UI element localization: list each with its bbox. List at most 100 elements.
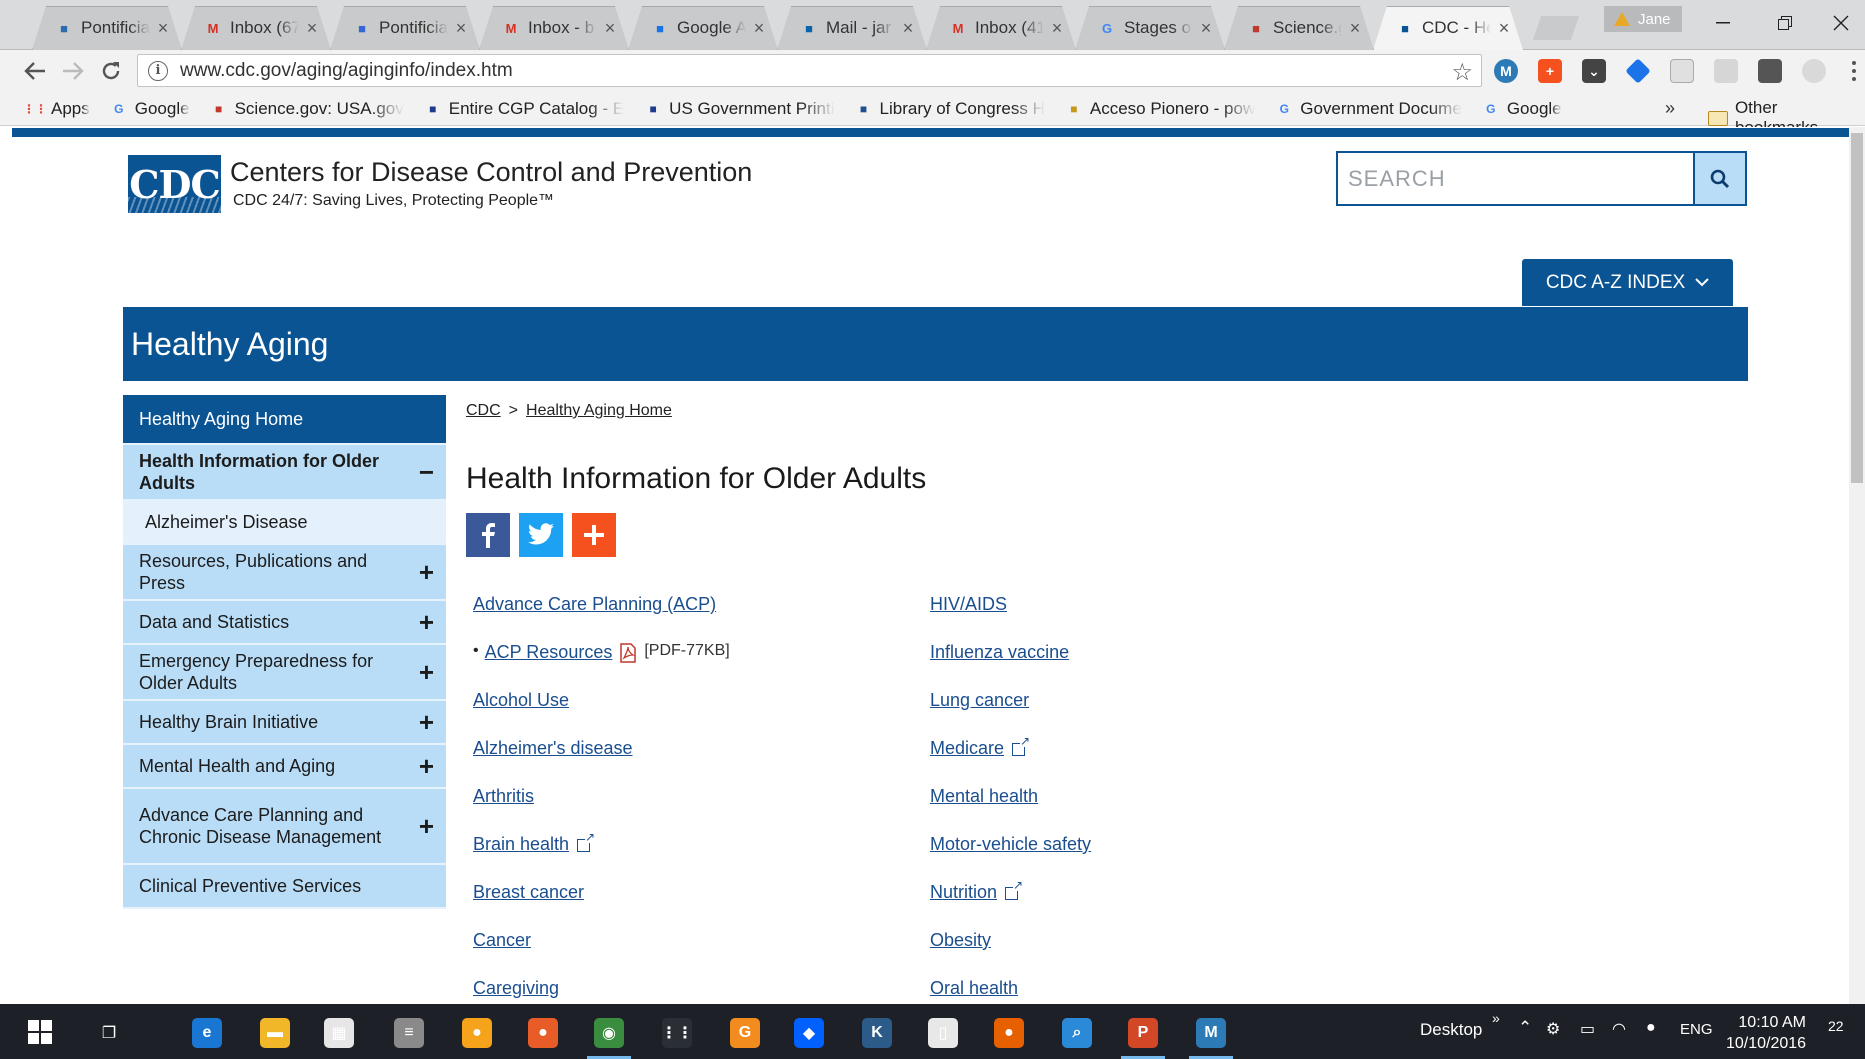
taskbar-apps-launcher-icon[interactable]: ⋮⋮ [652,1010,702,1056]
bookmark-item[interactable]: ■ Science.gov: USA.gov [210,99,404,119]
breadcrumb-current-link[interactable]: Healthy Aging Home [526,402,672,419]
sidebar-item[interactable]: Advance Care Planning and Chronic Diseas… [123,789,446,865]
sidebar-item[interactable]: Health Information for Older Adults − [123,445,446,501]
topic-link[interactable]: Alzheimer's disease [473,738,633,759]
taskbar-chrome-canary-icon[interactable]: ● [452,1010,502,1056]
close-tab-icon[interactable]: × [1495,19,1513,37]
bookmark-item[interactable]: ⋮⋮ Apps [23,99,90,119]
tab-4[interactable]: M Inbox - b × [479,6,629,50]
taskbar-task-view-icon[interactable]: ❐ [84,1010,134,1056]
bookmark-item[interactable]: ■ Library of Congress H [855,99,1045,119]
square-extension-icon[interactable] [1758,59,1782,83]
gear-extension-icon[interactable] [1802,59,1826,83]
tray-usb-icon[interactable]: ⚙ [1546,1019,1560,1039]
taskbar-firefox-color-icon[interactable]: ● [518,1010,568,1056]
battery-icon[interactable]: ▭ [1580,1019,1595,1039]
collapse-minus-icon[interactable]: − [419,459,434,485]
new-tab-button[interactable] [1533,16,1579,40]
reload-button[interactable] [96,56,126,86]
close-tab-icon[interactable]: × [1048,19,1066,37]
volume-icon[interactable]: ● [1646,1019,1656,1037]
page-scrollbar[interactable] [1849,127,1865,1004]
topic-link[interactable]: Nutrition [930,882,997,903]
expand-plus-icon[interactable]: + [419,659,434,685]
back-button[interactable] [20,56,50,86]
chat-extension-icon[interactable] [1714,59,1738,83]
topic-link[interactable]: Oral health [930,978,1018,999]
topic-link[interactable]: HIV/AIDS [930,594,1007,615]
cdc-logo[interactable]: CDC [128,155,221,213]
topic-link[interactable]: Advance Care Planning (ACP) [473,594,716,615]
mailbird-extension-icon[interactable]: M [1494,59,1518,83]
bookmark-item[interactable]: ■ US Government Printi [644,99,835,119]
sidebar-item[interactable]: Emergency Preparedness for Older Adults + [123,645,446,701]
addthis-extension-icon[interactable]: + [1538,59,1562,83]
notification-center-icon[interactable]: 22 [1828,1018,1844,1034]
expand-plus-icon[interactable]: + [419,813,434,839]
desktop-toolbar-label[interactable]: Desktop [1420,1020,1482,1040]
addthis-share-button[interactable] [572,513,616,557]
sidebar-item[interactable]: Resources, Publications and Press + [123,545,446,601]
az-index-button[interactable]: CDC A-Z INDEX [1522,259,1733,306]
taskbar-files-icon[interactable]: ▯ [918,1010,968,1056]
language-indicator[interactable]: ENG [1680,1021,1713,1038]
start-button[interactable] [28,1020,52,1044]
breadcrumb-cdc-link[interactable]: CDC [466,402,501,419]
tab-9[interactable]: ■ Science.g × [1224,6,1374,50]
taskbar-powerpoint-icon[interactable]: P [1118,1010,1168,1059]
tab-8[interactable]: G Stages of × [1075,6,1225,50]
taskbar-chrome-icon[interactable]: ◉ [584,1010,634,1059]
sidebar-item[interactable]: Healthy Brain Initiative + [123,701,446,745]
sidebar-item[interactable]: Clinical Preventive Services [123,865,446,909]
expand-plus-icon[interactable]: + [419,709,434,735]
clock[interactable]: 10:10 AM 10/10/2016 [1726,1012,1806,1054]
taskbar-kindle-icon[interactable]: K [852,1010,902,1056]
bookmark-item[interactable]: G Government Docume [1275,99,1462,119]
topic-link[interactable]: Breast cancer [473,882,584,903]
tray-chevron-up-icon[interactable]: ⌃ [1518,1018,1532,1038]
taskbar-edge-icon[interactable]: e [182,1010,232,1056]
agency-name[interactable]: Centers for Disease Control and Preventi… [230,157,752,188]
address-bar[interactable]: i www.cdc.gov/aging/aginginfo/index.htm … [137,54,1482,87]
info-icon[interactable]: i [148,60,168,81]
twitter-share-button[interactable] [519,513,563,557]
page-extension-icon[interactable] [1670,59,1694,83]
topic-link[interactable]: Medicare [930,738,1004,759]
close-tab-icon[interactable]: × [154,19,172,37]
tab-1[interactable]: ■ Pontificia × [32,6,182,50]
tab-5[interactable]: ■ Google A × [628,6,778,50]
topic-link[interactable]: Alcohol Use [473,690,569,711]
tab-7[interactable]: M Inbox (41 × [926,6,1076,50]
tab-10[interactable]: ■ CDC - He × [1373,6,1523,50]
taskbar-mailbird-icon[interactable]: M [1186,1010,1236,1059]
sidebar-item[interactable]: Healthy Aging Home [123,395,446,445]
topic-link[interactable]: Brain health [473,834,569,855]
topic-link[interactable]: Caregiving [473,978,559,999]
taskbar-notepad-icon[interactable]: ≡ [384,1010,434,1056]
topic-link[interactable]: ACP Resources [485,642,613,663]
close-tab-icon[interactable]: × [601,19,619,37]
expand-plus-icon[interactable]: + [419,609,434,635]
topic-link[interactable]: Influenza vaccine [930,642,1069,663]
wifi-icon[interactable]: ◠ [1612,1019,1626,1039]
close-tab-icon[interactable]: × [452,19,470,37]
close-window-button[interactable] [1818,8,1864,38]
diamond-extension-icon[interactable] [1625,58,1651,84]
search-input[interactable] [1338,153,1693,204]
bookmark-item[interactable]: G Google [1482,99,1562,119]
restore-button[interactable] [1762,8,1808,38]
pocket-extension-icon[interactable]: ⌄ [1582,59,1606,83]
topic-link[interactable]: Motor-vehicle safety [930,834,1091,855]
taskbar-store-icon[interactable]: ▦ [314,1010,364,1056]
profile-button[interactable]: Jane [1604,6,1682,32]
facebook-share-button[interactable] [466,513,510,557]
bookmark-item[interactable]: ■ Entire CGP Catalog - E [424,99,624,119]
close-tab-icon[interactable]: × [899,19,917,37]
search-button[interactable] [1693,153,1745,204]
scrollbar-thumb[interactable] [1851,133,1863,483]
taskbar-sticky-icon[interactable]: G [720,1010,770,1056]
expand-plus-icon[interactable]: + [419,753,434,779]
taskbar-search-tool-icon[interactable]: ⌕ [1052,1010,1102,1056]
browser-menu-icon[interactable] [1847,56,1861,86]
topic-link[interactable]: Arthritis [473,786,534,807]
